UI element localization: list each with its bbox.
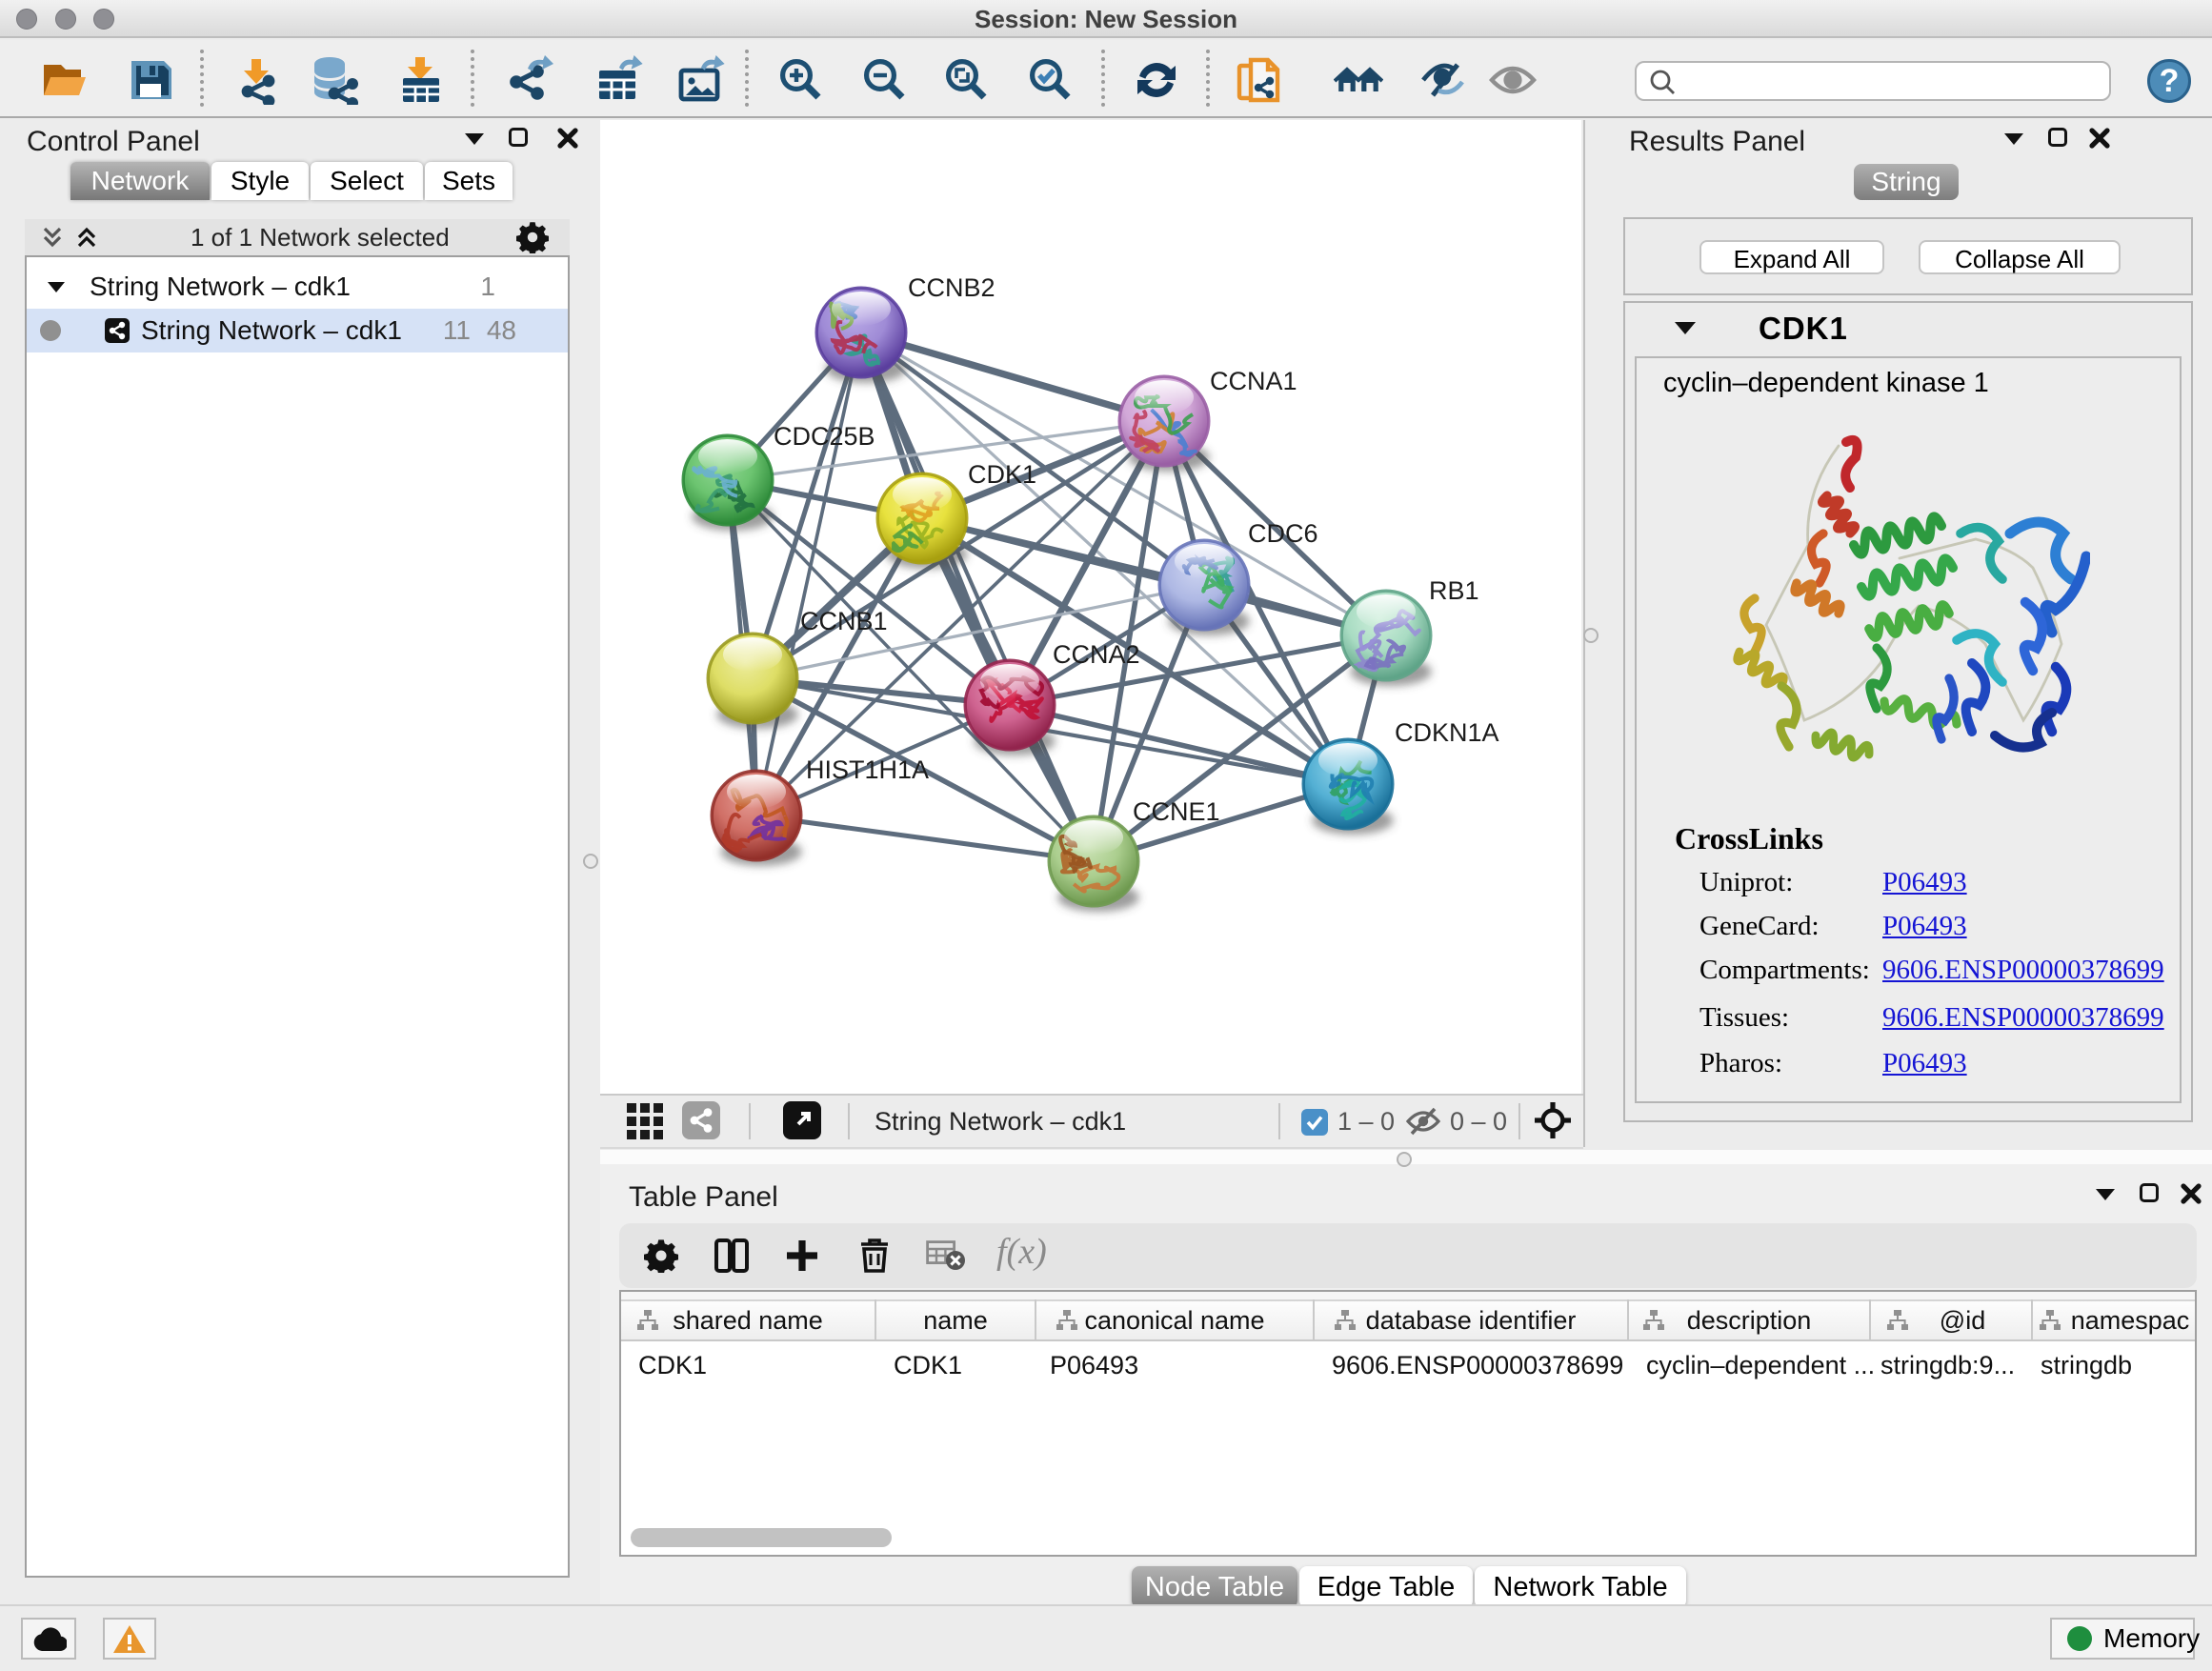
svg-text:CCNB1: CCNB1 bbox=[800, 607, 888, 635]
svg-text:CCNA2: CCNA2 bbox=[1053, 640, 1140, 669]
svg-text:CDKN1A: CDKN1A bbox=[1395, 718, 1499, 747]
svg-text:CCNE1: CCNE1 bbox=[1133, 797, 1220, 826]
svg-text:HIST1H1A: HIST1H1A bbox=[806, 755, 929, 784]
svg-text:RB1: RB1 bbox=[1429, 576, 1479, 605]
svg-text:CDC25B: CDC25B bbox=[774, 422, 875, 451]
svg-text:CCNB2: CCNB2 bbox=[908, 273, 995, 302]
svg-text:CDK1: CDK1 bbox=[968, 460, 1036, 489]
svg-text:CDC6: CDC6 bbox=[1248, 519, 1318, 548]
svg-text:CCNA1: CCNA1 bbox=[1210, 367, 1297, 395]
